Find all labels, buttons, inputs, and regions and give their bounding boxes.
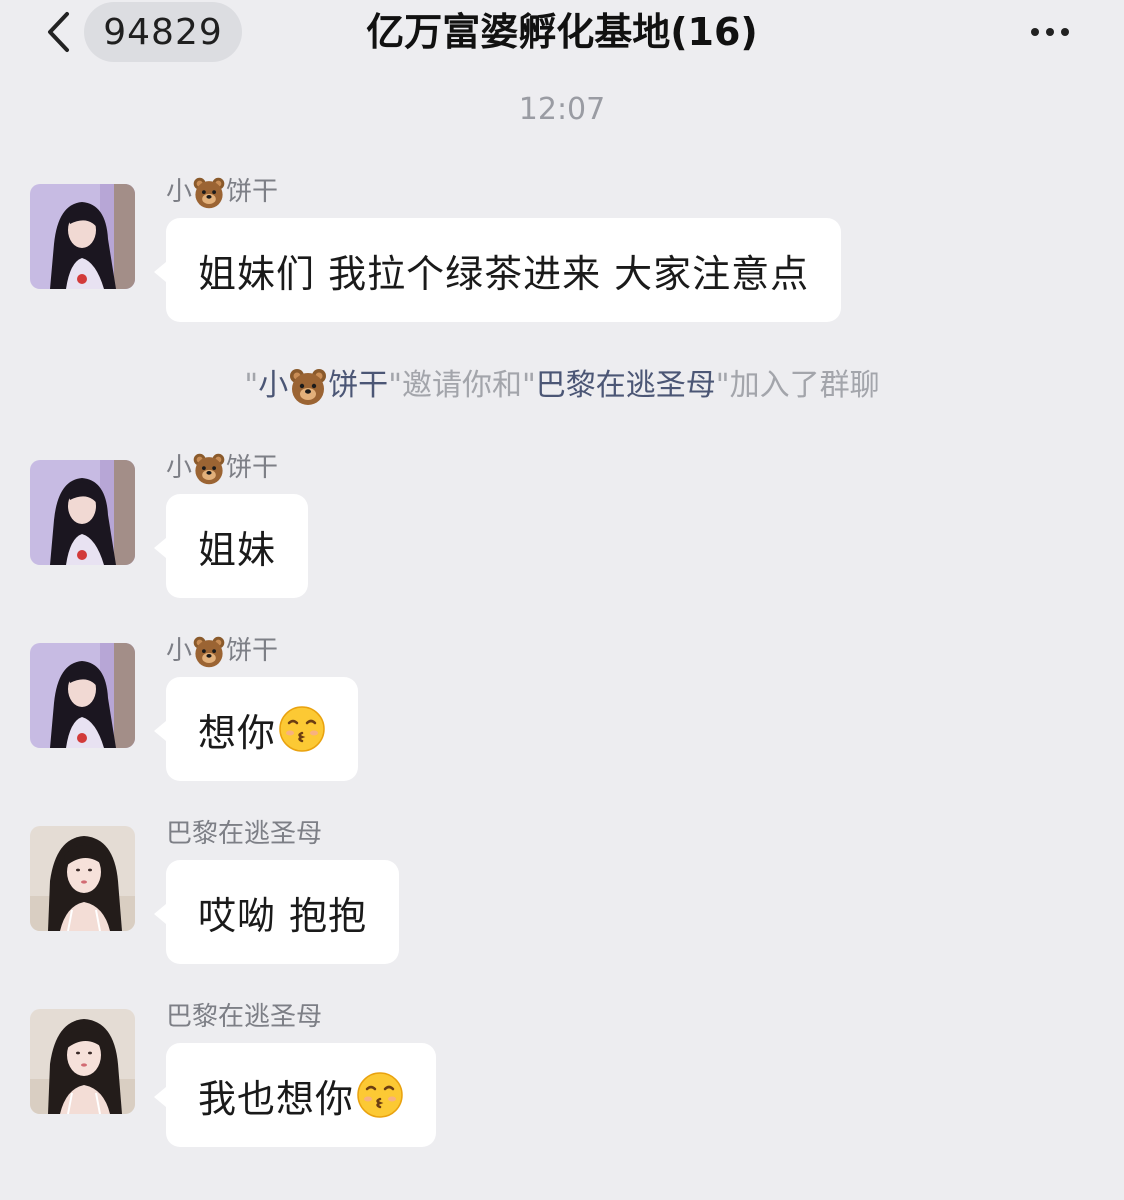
sender-name-prefix: 小 [166, 177, 193, 207]
system-notice: "小 饼干"邀请你和"巴黎在逃圣母"加入了群聊 [0, 366, 1124, 407]
sender-name-suffix: 饼干 [226, 177, 279, 207]
message-bubble[interactable]: 姐妹们 我拉个绿茶进来 大家注意点 [153, 218, 842, 322]
sender-name-suffix: 饼干 [226, 453, 279, 483]
message-text: 姐妹 [198, 527, 277, 572]
message-bubble[interactable]: 哎呦 抱抱 [153, 860, 400, 964]
notice-quote: " [244, 368, 259, 403]
chevron-left-icon [48, 12, 69, 52]
avatar[interactable] [30, 184, 135, 289]
more-dots-icon[interactable] [1020, 10, 1080, 54]
invitee-link[interactable]: 巴黎在逃圣母 [536, 368, 716, 403]
sender-name[interactable]: 小 饼干 [166, 172, 278, 212]
message-text: 姐妹们 我拉个绿茶进来 大家注意点 [198, 251, 810, 296]
avatar[interactable] [30, 460, 135, 565]
sender-name-suffix: 饼干 [226, 636, 279, 666]
back-button[interactable] [38, 10, 78, 54]
notice-end-text: "加入了群聊 [715, 368, 880, 403]
inviter-prefix: 小 [258, 368, 289, 403]
bear-icon [192, 635, 226, 669]
inviter-link[interactable]: 小 饼干 [258, 368, 388, 403]
message-text: 我也想你 [198, 1076, 355, 1121]
notice-middle-text: "邀请你和" [388, 368, 536, 403]
sender-name-prefix: 小 [166, 636, 193, 666]
sender-name[interactable]: 小 饼干 [166, 631, 278, 671]
inviter-suffix: 饼干 [328, 368, 389, 403]
kissing-face-icon [356, 1071, 404, 1119]
message-text: 想你 [198, 710, 277, 755]
message-timestamp: 12:07 [518, 92, 606, 127]
bear-icon [192, 452, 226, 486]
kissing-face-icon [278, 705, 326, 753]
message-bubble[interactable]: 姐妹 [153, 494, 309, 598]
bear-icon [192, 176, 226, 210]
avatar[interactable] [30, 826, 135, 931]
unread-count-badge[interactable]: 94829 [84, 2, 242, 62]
avatar[interactable] [30, 643, 135, 748]
sender-name[interactable]: 小 饼干 [166, 448, 278, 488]
sender-name[interactable]: 巴黎在逃圣母 [166, 814, 322, 854]
chat-header: 94829 亿万富婆孵化基地(16) [0, 0, 1124, 64]
bear-icon [288, 367, 328, 407]
message-bubble[interactable]: 我也想你 [153, 1043, 437, 1147]
chat-title: 亿万富婆孵化基地(16) [366, 10, 758, 54]
sender-name-prefix: 小 [166, 453, 193, 483]
sender-name[interactable]: 巴黎在逃圣母 [166, 997, 322, 1037]
avatar[interactable] [30, 1009, 135, 1114]
message-bubble[interactable]: 想你 [153, 677, 359, 781]
message-text: 哎呦 抱抱 [198, 893, 368, 938]
